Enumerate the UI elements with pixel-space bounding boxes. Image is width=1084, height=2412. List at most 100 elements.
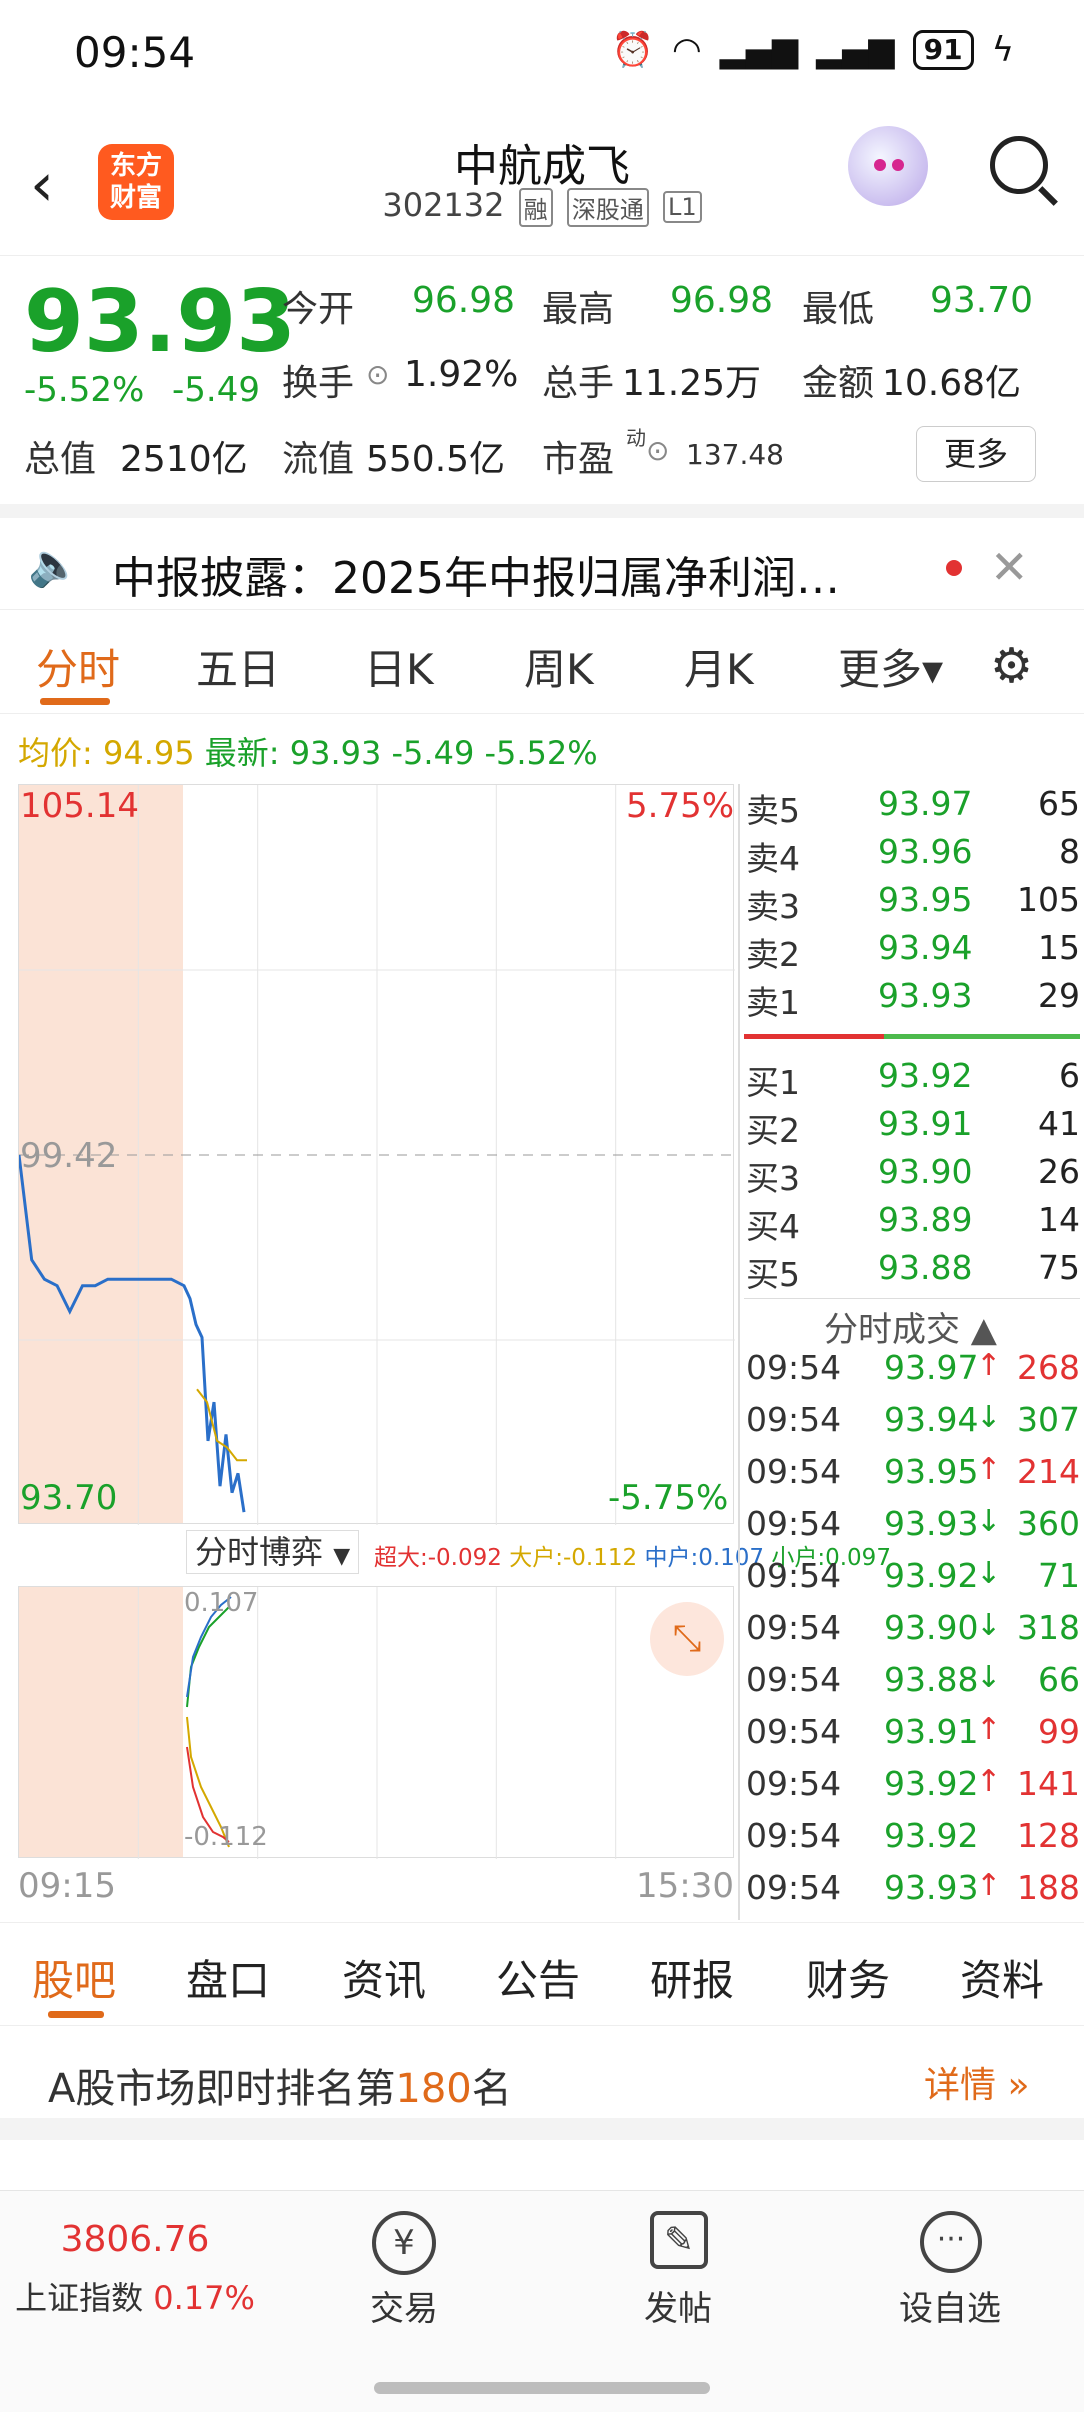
index-value[interactable]: 3806.76	[0, 2219, 270, 2260]
turnover-value: 1.92%	[404, 354, 519, 395]
price-line	[19, 1154, 246, 1513]
tick-price: 93.91	[884, 1712, 979, 1751]
tab-forum[interactable]: 股吧	[32, 1947, 116, 2008]
tick-volume: 188	[1017, 1868, 1080, 1907]
tick-price: 93.92	[884, 1764, 979, 1803]
tab-announcement[interactable]: 公告	[496, 1947, 580, 2008]
index-line[interactable]: 上证指数 0.17%	[0, 2273, 270, 2319]
tick-price: 93.94	[884, 1400, 979, 1439]
ask-row-2: 卖2 93.94 15	[746, 928, 1080, 974]
ticks-title[interactable]: 分时成交 ▲	[824, 1302, 997, 1351]
notice-banner[interactable]: 🔈 中报披露：2025年中报归属净利润… ✕	[0, 504, 1084, 610]
alarm-icon: ⏰	[611, 30, 655, 70]
tab-research[interactable]: 研报	[650, 1947, 734, 2008]
tick-time: 09:54	[746, 1556, 842, 1595]
bid-row-1: 买1 93.92 6	[746, 1056, 1080, 1102]
float-value: 550.5亿	[366, 439, 506, 480]
unread-dot	[946, 560, 962, 576]
tick-volume: 318	[1017, 1608, 1080, 1647]
tick-price: 93.95	[884, 1452, 979, 1491]
tick-row: 09:54 93.93 ↑ 188	[744, 1868, 1080, 1920]
tab-5day[interactable]: 五日	[196, 636, 280, 697]
volume-label: 总手	[542, 363, 615, 404]
info-icon[interactable]: ⊙	[366, 358, 389, 391]
tab-market[interactable]: 盘口	[186, 1947, 270, 2008]
tab-intraday[interactable]: 分时	[36, 636, 120, 697]
tab-active-indicator	[40, 698, 110, 705]
signal-icon: ▂▄▆	[719, 30, 799, 70]
tick-direction-icon: ↓	[976, 1608, 1002, 1643]
trade-icon[interactable]: ¥	[372, 2211, 436, 2275]
latest-label: 最新:	[204, 734, 280, 772]
tick-direction-icon: ↑	[976, 1712, 1002, 1747]
bid-row-2: 买2 93.91 41	[746, 1104, 1080, 1150]
watchlist-label[interactable]: 设自选	[880, 2281, 1020, 2330]
close-icon[interactable]: ✕	[990, 540, 1029, 594]
trade-label[interactable]: 交易	[344, 2281, 464, 2330]
pct-bottom-label: -5.75%	[608, 1478, 729, 1518]
info-tabs: 股吧 盘口 资讯 公告 研报 财务 资料	[0, 1922, 1084, 2026]
tab-finance[interactable]: 财务	[806, 1947, 890, 2008]
tick-price: 93.88	[884, 1660, 979, 1699]
flow-chart-svg	[137, 1587, 617, 1859]
flow-chart[interactable]	[18, 1586, 734, 1859]
intraday-chart[interactable]	[18, 784, 735, 1525]
tab-news[interactable]: 资讯	[342, 1947, 426, 2008]
expand-icon[interactable]: ⤡	[650, 1602, 724, 1676]
tick-price: 93.93	[884, 1504, 979, 1543]
quote-panel: 93.93 -5.52% -5.49 今开 96.98 最高 96.98 最低 …	[0, 258, 1084, 504]
tick-direction-icon: ↑	[976, 1452, 1002, 1487]
connect-tag: 深股通	[566, 187, 649, 227]
tick-volume: 128	[1017, 1816, 1080, 1855]
tab-weekly-k[interactable]: 周K	[524, 636, 594, 697]
tick-time: 09:54	[746, 1660, 842, 1699]
gear-icon[interactable]: ⚙	[990, 638, 1033, 694]
sub-top-label: 0.107	[184, 1588, 259, 1618]
tick-price: 93.92	[884, 1816, 979, 1855]
tab-more[interactable]: 更多▾	[838, 636, 943, 697]
tick-time: 09:54	[746, 1504, 842, 1543]
speaker-icon: 🔈	[28, 540, 81, 589]
avg-info-line: 均价: 94.95 最新: 93.93 -5.49 -5.52%	[18, 728, 598, 774]
latest-chg: -5.49	[391, 734, 475, 772]
avg-label: 均价:	[18, 734, 93, 772]
robot-assistant-icon[interactable]	[848, 126, 928, 206]
ticks-divider	[744, 1298, 1080, 1299]
indicator-selector[interactable]: 分时博弈 ▼	[186, 1530, 360, 1574]
tick-volume: 66	[1038, 1660, 1080, 1699]
last-price: 93.93	[24, 272, 297, 372]
tick-direction-icon: ↓	[976, 1400, 1002, 1435]
post-label[interactable]: 发帖	[618, 2281, 738, 2330]
amount-label: 金额	[802, 363, 875, 404]
high-value: 96.98	[670, 280, 774, 321]
tick-volume: 214	[1017, 1452, 1080, 1491]
more-button[interactable]: 更多	[916, 426, 1036, 482]
wifi-icon: ◠	[672, 30, 702, 70]
pe-info-icon[interactable]: ⊙	[646, 434, 669, 467]
battery-indicator: 91	[912, 30, 974, 70]
rank-banner[interactable]: A股市场即时排名第180名 详情 »	[0, 2026, 1084, 2140]
tick-volume: 268	[1017, 1348, 1080, 1387]
rank-number: 180	[395, 2066, 472, 2112]
margin-tag: 融	[518, 187, 553, 227]
stock-code-line: 302132 融 深股通 L1	[0, 186, 1084, 227]
info-tab-indicator	[48, 2011, 104, 2018]
tab-monthly-k[interactable]: 月K	[684, 636, 754, 697]
tick-time: 09:54	[746, 1868, 842, 1907]
chart-tabs: 分时 五日 日K 周K 月K 更多▾ ⚙	[0, 610, 1084, 714]
search-icon[interactable]	[990, 136, 1048, 194]
more-dots-icon[interactable]: ···	[920, 2211, 982, 2273]
tick-volume: 71	[1038, 1556, 1080, 1595]
tab-daily-k[interactable]: 日K	[364, 636, 434, 697]
divider	[738, 784, 740, 1920]
notice-text[interactable]: 中报披露：2025年中报归属净利润…	[112, 542, 840, 606]
rank-detail-link[interactable]: 详情 »	[924, 2056, 1029, 2108]
bottom-navbar: 3806.76 上证指数 0.17% ¥ 交易 ✎ 发帖 ··· 设自选	[0, 2190, 1084, 2412]
low-value: 93.70	[930, 280, 1034, 321]
tick-volume: 141	[1017, 1764, 1080, 1803]
home-indicator[interactable]	[374, 2382, 710, 2394]
edit-icon[interactable]: ✎	[650, 2211, 708, 2269]
tick-price: 93.92	[884, 1556, 979, 1595]
tick-row: 09:54 93.95 ↑ 214	[744, 1452, 1080, 1504]
tab-profile[interactable]: 资料	[960, 1947, 1044, 2008]
